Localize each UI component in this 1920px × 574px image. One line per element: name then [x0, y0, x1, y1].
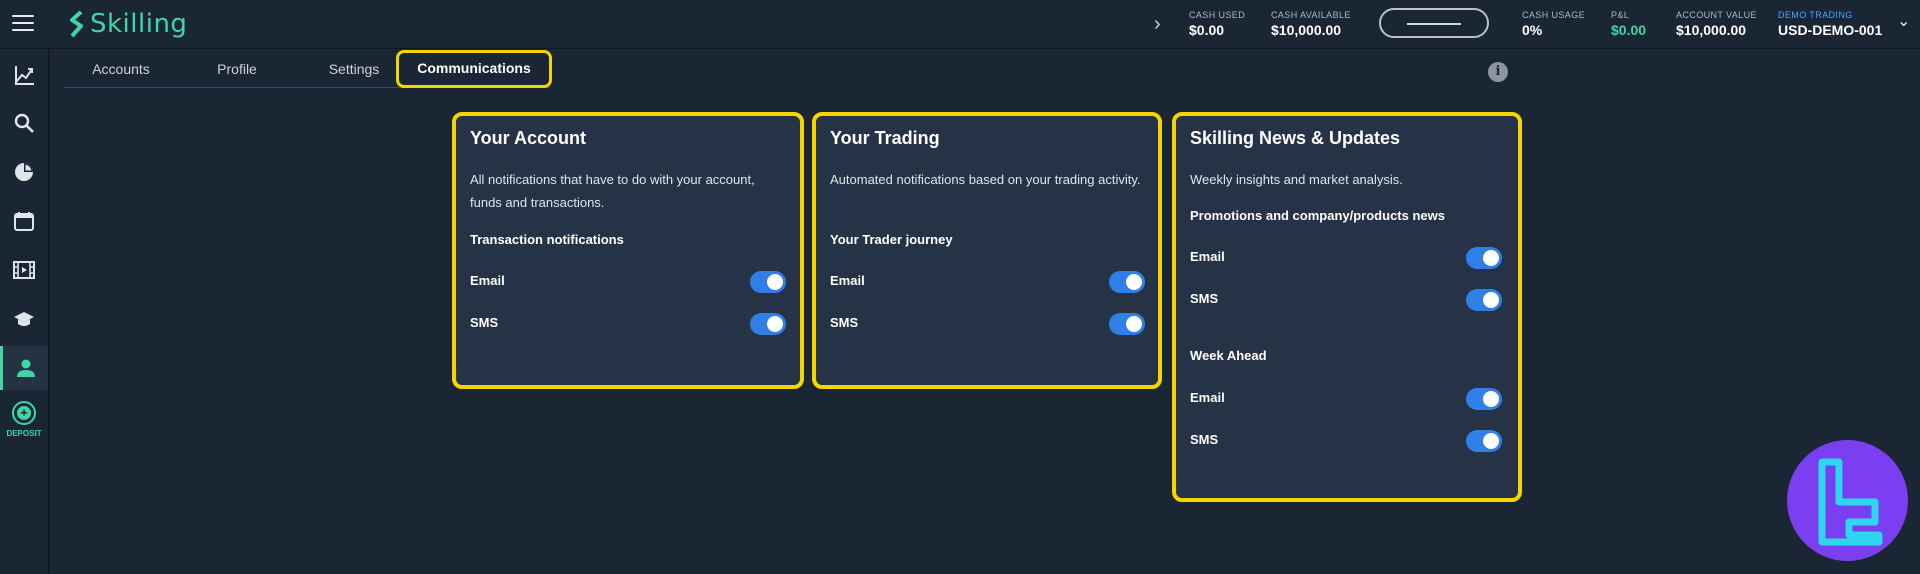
watermark-logo	[1787, 440, 1908, 561]
section-title: Promotions and company/products news	[1190, 208, 1445, 223]
tab-settings[interactable]: Settings	[296, 52, 412, 88]
margin-pill	[1379, 8, 1489, 38]
email-toggle[interactable]	[750, 271, 786, 293]
card-your-account: Your Account All notifications that have…	[452, 112, 804, 389]
sms-toggle[interactable]	[1466, 289, 1502, 311]
sidebar-item-education[interactable]	[0, 297, 48, 341]
tab-communications[interactable]: Communications	[396, 50, 552, 88]
card-skilling-news: Skilling News & Updates Weekly insights …	[1172, 112, 1522, 502]
stat-cash-available: CASH AVAILABLE $10,000.00	[1271, 10, 1351, 38]
section-title: Your Trader journey	[830, 232, 953, 247]
sidebar-item-videos[interactable]	[0, 248, 48, 292]
plus-circle-icon: +	[12, 401, 36, 425]
card-description: Weekly insights and market analysis.	[1190, 172, 1403, 187]
account-selector[interactable]: DEMO TRADING USD-DEMO-001	[1778, 10, 1882, 38]
chart-icon	[15, 66, 34, 85]
row-label-email: Email	[470, 273, 505, 288]
sidebar: + DEPOSIT	[0, 49, 49, 574]
row-label-email: Email	[830, 273, 865, 288]
card-your-trading: Your Trading Automated notifications bas…	[812, 112, 1162, 389]
card-title: Your Trading	[830, 128, 940, 148]
top-bar: Skilling › CASH USED $0.00 CASH AVAILABL…	[0, 0, 1920, 49]
menu-icon[interactable]	[12, 15, 34, 33]
tab-accounts[interactable]: Accounts	[64, 52, 178, 88]
sidebar-item-profile[interactable]	[0, 346, 48, 390]
logo-text: Skilling	[90, 9, 188, 39]
user-icon	[16, 359, 35, 377]
sms-toggle[interactable]	[1466, 430, 1502, 452]
sidebar-item-portfolio[interactable]	[0, 150, 48, 194]
tab-profile[interactable]: Profile	[178, 52, 296, 88]
row-label-sms: SMS	[830, 315, 859, 330]
pie-chart-icon	[15, 163, 33, 181]
sidebar-item-calendar[interactable]	[0, 199, 48, 243]
email-toggle[interactable]	[1466, 247, 1502, 269]
deposit-button[interactable]: + DEPOSIT	[0, 401, 48, 438]
stat-cash-usage: CASH USAGE 0%	[1522, 10, 1586, 38]
video-icon	[13, 261, 35, 279]
calendar-icon	[14, 212, 34, 231]
section-title: Week Ahead	[1190, 348, 1267, 363]
sidebar-item-charts[interactable]	[0, 52, 48, 96]
row-label-email: Email	[1190, 249, 1225, 264]
card-title: Skilling News & Updates	[1190, 128, 1401, 148]
stat-pnl: P&L $0.00	[1611, 10, 1647, 38]
sms-toggle[interactable]	[750, 313, 786, 335]
education-icon	[14, 312, 34, 326]
row-label-email: Email	[1190, 390, 1225, 405]
card-title: Your Account	[470, 128, 586, 148]
chevron-right-icon[interactable]: ›	[1154, 13, 1161, 36]
stat-account-value: ACCOUNT VALUE $10,000.00	[1676, 10, 1757, 38]
deposit-label: DEPOSIT	[6, 429, 42, 438]
section-title: Transaction notifications	[470, 232, 624, 247]
card-description: Automated notifications based on your tr…	[830, 172, 1141, 187]
email-toggle[interactable]	[1466, 388, 1502, 410]
row-label-sms: SMS	[470, 315, 499, 330]
stat-cash-used: CASH USED $0.00	[1189, 10, 1246, 38]
sms-toggle[interactable]	[1109, 313, 1145, 335]
sidebar-item-search[interactable]	[0, 101, 48, 145]
row-label-sms: SMS	[1190, 432, 1219, 447]
watermark-mark-icon	[1818, 458, 1883, 546]
search-icon	[14, 113, 34, 133]
logo[interactable]: Skilling	[68, 8, 187, 40]
chevron-down-icon[interactable]: ⌄	[1897, 11, 1910, 31]
row-label-sms: SMS	[1190, 291, 1219, 306]
info-icon[interactable]: i	[1488, 62, 1508, 82]
skilling-logo-icon	[70, 10, 83, 38]
email-toggle[interactable]	[1109, 271, 1145, 293]
card-description: All notifications that have to do with y…	[470, 172, 755, 210]
